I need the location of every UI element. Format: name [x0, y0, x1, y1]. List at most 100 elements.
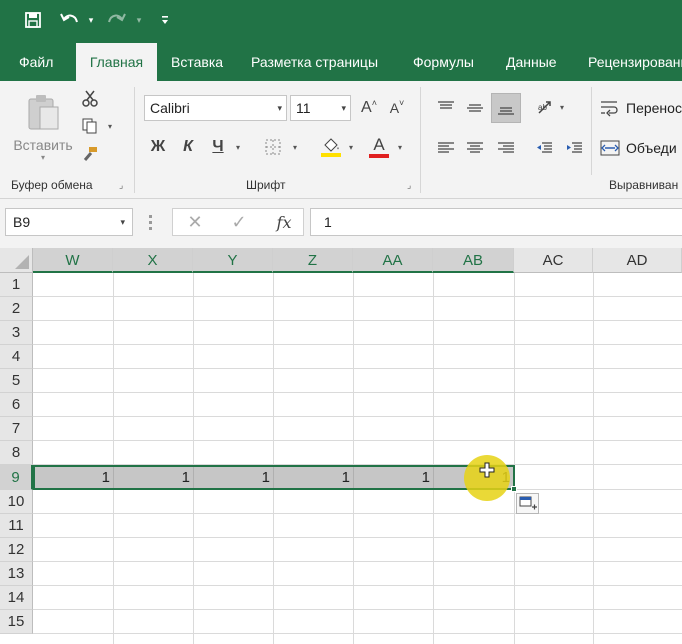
orientation-icon[interactable]: ab — [533, 95, 557, 121]
undo-icon[interactable] — [58, 8, 82, 32]
name-box[interactable]: B9 ▾ — [5, 208, 133, 236]
cut-icon[interactable] — [79, 87, 101, 109]
align-left-icon[interactable] — [433, 135, 459, 161]
font-name-combo[interactable]: Calibri ▾ — [144, 95, 287, 121]
copy-dropdown-icon[interactable]: ▾ — [108, 122, 112, 131]
alignment-group-label: Выравниван — [609, 178, 679, 192]
gridline — [353, 273, 354, 644]
grow-font-button[interactable]: A ˄ — [358, 95, 380, 121]
column-header-x[interactable]: X — [113, 248, 193, 273]
cancel-icon[interactable]: ✕ — [183, 210, 207, 234]
column-header-y[interactable]: Y — [193, 248, 273, 273]
align-right-icon[interactable] — [493, 135, 519, 161]
clipboard-group-label: Буфер обмена — [11, 178, 93, 192]
row-header-15[interactable]: 15 — [0, 610, 33, 634]
gridline — [113, 273, 114, 644]
row-header-13[interactable]: 13 — [0, 562, 33, 586]
align-bottom-icon[interactable] — [491, 93, 521, 123]
row-header-7[interactable]: 7 — [0, 417, 33, 441]
grow-font-icon: ˄ — [371, 98, 377, 108]
copy-icon[interactable] — [79, 115, 101, 137]
column-header-ad[interactable]: AD — [593, 248, 682, 273]
row-header-11[interactable]: 11 — [0, 514, 33, 538]
tab-data[interactable]: Данные — [506, 43, 557, 81]
font-size-combo[interactable]: 11 ▾ — [290, 95, 351, 121]
formula-input[interactable]: 1 — [310, 208, 682, 236]
align-middle-icon[interactable] — [462, 95, 488, 121]
borders-icon[interactable] — [262, 135, 284, 159]
italic-button[interactable]: К — [176, 135, 200, 159]
tab-review[interactable]: Рецензировани — [588, 43, 682, 81]
cell-z9[interactable]: 1 — [273, 465, 350, 490]
align-center-icon[interactable] — [462, 135, 488, 161]
gridline — [33, 585, 682, 586]
worksheet-grid[interactable]: W X Y Z AA AB AC AD 1 2 3 4 5 6 7 8 9 10… — [0, 248, 682, 644]
save-icon[interactable] — [22, 8, 44, 32]
column-header-w[interactable]: W — [33, 248, 113, 273]
row-header-12[interactable]: 12 — [0, 538, 33, 562]
group-separator — [591, 87, 592, 175]
row-header-2[interactable]: 2 — [0, 297, 33, 321]
underline-button[interactable]: Ч — [206, 135, 230, 159]
shrink-font-button[interactable]: A ˅ — [386, 95, 408, 121]
font-launcher-icon[interactable]: ⌟ — [407, 180, 417, 190]
decrease-indent-icon[interactable] — [531, 135, 557, 161]
fill-color-dropdown-icon[interactable]: ▾ — [349, 143, 353, 152]
row-header-10[interactable]: 10 — [0, 490, 33, 514]
tab-home[interactable]: Главная — [76, 43, 157, 81]
auto-fill-options-button[interactable] — [516, 493, 539, 514]
formula-bar-grip-icon[interactable] — [149, 215, 153, 231]
row-header-6[interactable]: 6 — [0, 393, 33, 417]
font-color-letter: A — [373, 135, 385, 154]
font-group-label: Шрифт — [246, 178, 286, 192]
name-box-value: B9 — [13, 214, 31, 230]
cell-y9[interactable]: 1 — [193, 465, 270, 490]
bold-button[interactable]: Ж — [146, 135, 170, 159]
tab-page-layout[interactable]: Разметка страницы — [251, 43, 378, 81]
row-header-4[interactable]: 4 — [0, 345, 33, 369]
gridline — [33, 392, 682, 393]
tab-insert[interactable]: Вставка — [171, 43, 223, 81]
font-color-icon[interactable]: A — [367, 133, 391, 161]
column-header-ac[interactable]: AC — [514, 248, 593, 273]
fill-handle[interactable] — [511, 486, 517, 492]
wrap-text-button[interactable]: Перенос — [600, 95, 682, 121]
gridline — [514, 273, 515, 644]
format-painter-icon[interactable] — [79, 143, 101, 165]
customize-qat-icon[interactable] — [158, 8, 172, 32]
align-top-icon[interactable] — [433, 95, 459, 121]
enter-icon[interactable]: ✓ — [227, 210, 251, 234]
row-header-1[interactable]: 1 — [0, 273, 33, 297]
fill-color-icon[interactable] — [318, 133, 344, 161]
merge-center-label: Объеди — [626, 140, 677, 156]
column-header-ab[interactable]: AB — [433, 248, 514, 273]
redo-dropdown-icon[interactable]: ▾ — [133, 8, 145, 32]
increase-indent-icon[interactable] — [561, 135, 587, 161]
undo-dropdown-icon[interactable]: ▾ — [85, 8, 97, 32]
font-color-dropdown-icon[interactable]: ▾ — [398, 143, 402, 152]
row-header-5[interactable]: 5 — [0, 369, 33, 393]
row-header-3[interactable]: 3 — [0, 321, 33, 345]
redo-icon[interactable] — [104, 8, 128, 32]
merge-center-button[interactable]: Объеди — [600, 135, 682, 161]
row-header-9[interactable]: 9 — [0, 465, 33, 490]
cell-x9[interactable]: 1 — [113, 465, 190, 490]
orientation-dropdown-icon[interactable]: ▾ — [560, 103, 564, 112]
select-all-button[interactable] — [0, 248, 33, 273]
cell-aa9[interactable]: 1 — [353, 465, 430, 490]
insert-function-icon[interactable]: fx — [271, 210, 297, 234]
column-header-z[interactable]: Z — [273, 248, 353, 273]
paste-button[interactable]: Вставить ▾ — [10, 87, 76, 167]
paste-dropdown-icon: ▾ — [40, 152, 45, 162]
column-header-aa[interactable]: AA — [353, 248, 433, 273]
borders-dropdown-icon[interactable]: ▾ — [293, 143, 297, 152]
tab-file[interactable]: Файл — [19, 43, 53, 81]
row-header-8[interactable]: 8 — [0, 441, 33, 465]
gridline — [33, 513, 682, 514]
clipboard-launcher-icon[interactable]: ⌟ — [119, 180, 129, 190]
clipboard-icon — [28, 94, 59, 129]
cell-w9[interactable]: 1 — [33, 465, 110, 490]
underline-dropdown-icon[interactable]: ▾ — [236, 143, 240, 152]
row-header-14[interactable]: 14 — [0, 586, 33, 610]
tab-formulas[interactable]: Формулы — [413, 43, 474, 81]
